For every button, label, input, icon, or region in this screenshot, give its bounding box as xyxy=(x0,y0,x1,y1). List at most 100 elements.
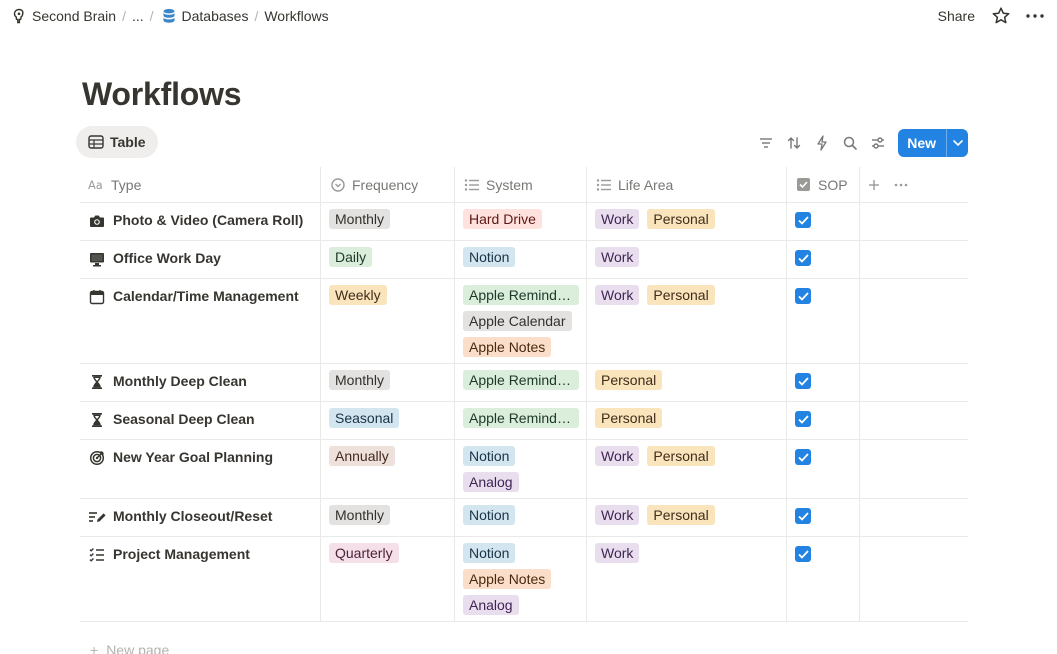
sop-checkbox[interactable] xyxy=(795,250,811,266)
share-button[interactable]: Share xyxy=(932,3,981,29)
option-tag[interactable]: Apple Notes xyxy=(463,569,552,589)
cell-life-area[interactable]: Work xyxy=(587,241,787,278)
cell-system[interactable]: Notion xyxy=(455,241,587,278)
column-header-life-area[interactable]: Life Area xyxy=(587,167,787,202)
option-tag[interactable]: Analog xyxy=(463,472,519,492)
cell-life-area[interactable]: Work Personal xyxy=(587,499,787,536)
option-tag[interactable]: Work xyxy=(595,247,640,267)
cell-frequency[interactable]: Daily xyxy=(321,241,455,278)
option-tag[interactable]: Apple Calendar xyxy=(463,311,572,331)
cell-frequency[interactable]: Quarterly xyxy=(321,537,455,621)
table-row[interactable]: Monthly Closeout/Reset Monthly Notion Work P… xyxy=(80,499,968,537)
option-tag[interactable]: Apple Reminders xyxy=(463,370,579,390)
settings-sliders-icon[interactable] xyxy=(864,129,892,157)
option-tag[interactable]: Notion xyxy=(463,247,516,267)
option-tag[interactable]: Personal xyxy=(595,408,663,428)
sop-checkbox[interactable] xyxy=(795,449,811,465)
option-tag[interactable]: Personal xyxy=(647,505,715,525)
cell-type[interactable]: New Year Goal Planning xyxy=(80,440,321,498)
cell-life-area[interactable]: Work Personal xyxy=(587,203,787,240)
cell-system[interactable]: Notion xyxy=(455,499,587,536)
add-property-icon[interactable] xyxy=(868,179,880,191)
option-tag[interactable]: Personal xyxy=(647,446,715,466)
cell-system[interactable]: Hard Drive xyxy=(455,203,587,240)
sop-checkbox[interactable] xyxy=(795,288,811,304)
option-tag[interactable]: Quarterly xyxy=(329,543,399,563)
cell-frequency[interactable]: Monthly xyxy=(321,203,455,240)
table-row[interactable]: Photo & Video (Camera Roll) Monthly Hard D… xyxy=(80,203,968,241)
cell-type[interactable]: Office Work Day xyxy=(80,241,321,278)
option-tag[interactable]: Work xyxy=(595,209,640,229)
breadcrumb-current[interactable]: Workflows xyxy=(260,4,332,28)
option-tag[interactable]: Work xyxy=(595,505,640,525)
cell-frequency[interactable]: Monthly xyxy=(321,364,455,401)
sop-checkbox[interactable] xyxy=(795,411,811,427)
new-button[interactable]: New xyxy=(898,129,946,157)
option-tag[interactable]: Monthly xyxy=(329,505,391,525)
cell-system[interactable]: Notion Apple Notes Analog xyxy=(455,537,587,621)
cell-type[interactable]: Calendar/Time Management xyxy=(80,279,321,363)
option-tag[interactable]: Hard Drive xyxy=(463,209,542,229)
cell-system[interactable]: Apple Reminders xyxy=(455,364,587,401)
breadcrumb-databases[interactable]: Databases xyxy=(156,4,253,28)
option-tag[interactable]: Apple Notes xyxy=(463,337,552,357)
cell-system[interactable]: Apple Reminders Apple Calendar Apple Notes xyxy=(455,279,587,363)
column-header-system[interactable]: System xyxy=(455,167,587,202)
cell-life-area[interactable]: Work Personal xyxy=(587,279,787,363)
table-row[interactable]: Monthly Deep Clean Monthly Apple Reminders… xyxy=(80,364,968,402)
option-tag[interactable]: Apple Reminders xyxy=(463,408,579,428)
option-tag[interactable]: Personal xyxy=(595,370,663,390)
option-tag[interactable]: Notion xyxy=(463,505,516,525)
cell-life-area[interactable]: Personal xyxy=(587,402,787,439)
search-icon[interactable] xyxy=(836,129,864,157)
view-tab-table[interactable]: Table xyxy=(76,126,158,158)
cell-system[interactable]: Notion Analog xyxy=(455,440,587,498)
new-page-row[interactable]: + New page xyxy=(90,642,169,654)
sop-checkbox[interactable] xyxy=(795,508,811,524)
option-tag[interactable]: Personal xyxy=(647,209,715,229)
cell-type[interactable]: Photo & Video (Camera Roll) xyxy=(80,203,321,240)
option-tag[interactable]: Monthly xyxy=(329,209,391,229)
option-tag[interactable]: Notion xyxy=(463,446,516,466)
table-row[interactable]: Seasonal Deep Clean Seasonal Apple Reminde… xyxy=(80,402,968,440)
table-row[interactable]: Calendar/Time Management Weekly Apple Remi… xyxy=(80,279,968,364)
sop-checkbox[interactable] xyxy=(795,546,811,562)
option-tag[interactable]: Work xyxy=(595,285,640,305)
cell-life-area[interactable]: Work Personal xyxy=(587,440,787,498)
cell-type[interactable]: Project Management xyxy=(80,537,321,621)
cell-type[interactable]: Seasonal Deep Clean xyxy=(80,402,321,439)
option-tag[interactable]: Monthly xyxy=(329,370,391,390)
cell-life-area[interactable]: Work xyxy=(587,537,787,621)
breadcrumb-ellipsis[interactable]: ... xyxy=(128,4,148,28)
cell-frequency[interactable]: Weekly xyxy=(321,279,455,363)
table-row[interactable]: Office Work Day Daily Notion Work xyxy=(80,241,968,279)
sort-icon[interactable] xyxy=(780,129,808,157)
cell-life-area[interactable]: Personal xyxy=(587,364,787,401)
option-tag[interactable]: Daily xyxy=(329,247,373,267)
table-row[interactable]: Project Management Quarterly Notion Apple N… xyxy=(80,537,968,622)
option-tag[interactable]: Seasonal xyxy=(329,408,400,428)
option-tag[interactable]: Work xyxy=(595,543,640,563)
filter-icon[interactable] xyxy=(752,129,780,157)
column-header-sop[interactable]: SOP xyxy=(787,167,860,202)
column-header-type[interactable]: Aa Type xyxy=(80,167,321,202)
option-tag[interactable]: Personal xyxy=(647,285,715,305)
cell-frequency[interactable]: Monthly xyxy=(321,499,455,536)
favorite-star-icon[interactable] xyxy=(987,2,1015,30)
option-tag[interactable]: Notion xyxy=(463,543,516,563)
sop-checkbox[interactable] xyxy=(795,373,811,389)
cell-frequency[interactable]: Seasonal xyxy=(321,402,455,439)
breadcrumb-workspace[interactable]: Second Brain xyxy=(6,4,120,28)
cell-system[interactable]: Apple Reminders xyxy=(455,402,587,439)
option-tag[interactable]: Analog xyxy=(463,595,519,615)
chevron-down-icon[interactable] xyxy=(946,129,968,157)
more-properties-icon[interactable] xyxy=(894,183,908,187)
more-options-icon[interactable] xyxy=(1021,2,1049,30)
page-title[interactable]: Workflows xyxy=(82,76,242,113)
cell-type[interactable]: Monthly Closeout/Reset xyxy=(80,499,321,536)
automation-bolt-icon[interactable] xyxy=(808,129,836,157)
table-row[interactable]: New Year Goal Planning Annually Notion Anal… xyxy=(80,440,968,499)
sop-checkbox[interactable] xyxy=(795,212,811,228)
option-tag[interactable]: Annually xyxy=(329,446,395,466)
cell-type[interactable]: Monthly Deep Clean xyxy=(80,364,321,401)
